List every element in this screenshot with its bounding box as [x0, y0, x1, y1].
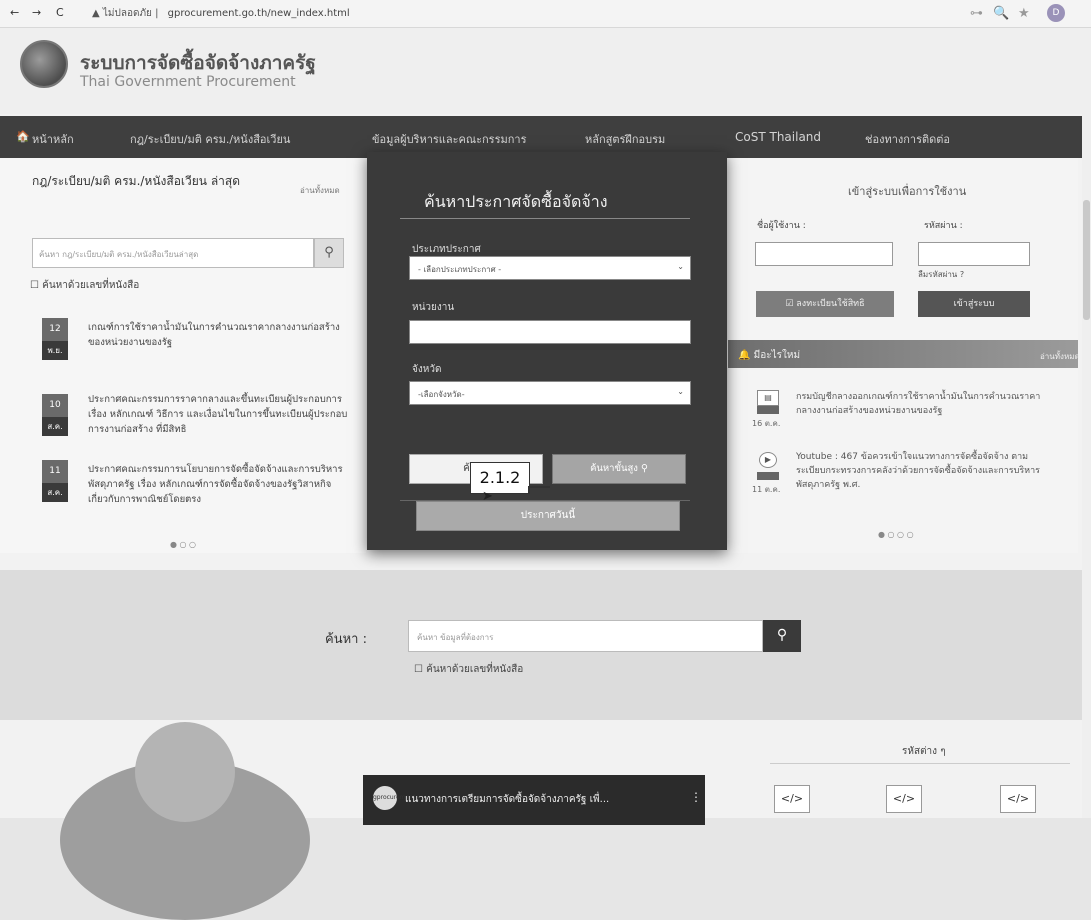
advanced-search-button[interactable]: ค้นหาขั้นสูง ⚲	[552, 454, 686, 484]
address-bar[interactable]: ▲ ไม่ปลอดภัย | gprocurement.go.th/new_in…	[92, 6, 350, 21]
video-icon-bar	[757, 472, 779, 480]
site-search-input[interactable]: ค้นหา ข้อมูลที่ต้องการ	[408, 620, 763, 652]
login-title: เข้าสู่ระบบเพื่อการใช้งาน	[848, 185, 967, 198]
register-button[interactable]: ☑ ลงทะเบียนใช้สิทธิ	[756, 291, 894, 317]
whats-new-title: 🔔 มีอะไรใหม่	[738, 348, 800, 363]
date-day: 10	[42, 394, 68, 417]
step-callout-label: 2.1.2	[470, 462, 530, 494]
government-seal-logo[interactable]	[20, 40, 68, 88]
date-day: 11	[42, 460, 68, 483]
site-search-label: ค้นหา :	[325, 632, 367, 647]
announcement-type-label: ประเภทประกาศ	[412, 244, 481, 255]
document-icon: ▤	[757, 390, 779, 406]
password-input[interactable]	[918, 242, 1030, 266]
date-month: ส.ค.	[42, 483, 68, 502]
callout-pointer	[528, 486, 550, 494]
login-button[interactable]: เข้าสู่ระบบ	[918, 291, 1030, 317]
nav-item-contact[interactable]: ช่องทางการติดต่อ	[865, 130, 950, 148]
code-icon[interactable]: </>	[1000, 785, 1036, 813]
star-icon[interactable]: ★	[1018, 6, 1030, 21]
mouse-cursor-icon: ➤	[482, 489, 493, 504]
regulation-news-item[interactable]: ประกาศคณะกรรมการราคากลางและขึ้นทะเบียนผู…	[88, 392, 348, 437]
news-date: 11 ต.ค.	[752, 485, 781, 494]
date-badge: 11 ส.ค.	[42, 460, 68, 502]
codes-divider	[770, 763, 1070, 764]
password-label: รหัสผ่าน :	[924, 221, 963, 231]
play-icon: ▶	[759, 452, 777, 468]
codes-title: รหัสต่าง ๆ	[902, 746, 946, 757]
date-month: พ.ย.	[42, 341, 68, 360]
video-title[interactable]: แนวทางการเตรียมการจัดซื้อจัดจ้างภาครัฐ เ…	[405, 792, 609, 807]
video-menu-icon[interactable]: ⋮	[690, 790, 702, 804]
province-select[interactable]: -เลือกจังหวัด- ⌄	[409, 381, 691, 405]
code-icon[interactable]: </>	[774, 785, 810, 813]
key-icon[interactable]: ⊶	[970, 6, 983, 21]
nav-item-home[interactable]: หน้าหลัก	[32, 130, 74, 148]
advanced-search-label: ค้นหาขั้นสูง	[590, 463, 638, 474]
scrollbar-thumb[interactable]	[1083, 200, 1090, 320]
date-day: 12	[42, 318, 68, 341]
whats-new-item[interactable]: กรมบัญชีกลางออกเกณฑ์การใช้ราคาน้ำมันในกา…	[796, 390, 1046, 418]
code-icon[interactable]: </>	[886, 785, 922, 813]
announcement-type-value: - เลือกประเภทประกาศ -	[418, 265, 502, 274]
forward-icon[interactable]: →	[32, 6, 41, 19]
carousel-dots[interactable]: ● ○ ○	[170, 540, 196, 549]
search-icon[interactable]: ⚲	[763, 620, 801, 652]
edit-icon: ☑	[785, 299, 797, 309]
chevron-down-icon: ⌄	[677, 262, 684, 271]
security-warning: ▲ ไม่ปลอดภัย |	[92, 8, 159, 19]
province-value: -เลือกจังหวัด-	[418, 390, 465, 399]
regulations-read-all-link[interactable]: อ่านทั้งหมด	[300, 184, 340, 197]
modal-title: ค้นหาประกาศจัดซื้อจัดจ้าง	[424, 192, 608, 211]
regulations-number-checkbox[interactable]: ☐ ค้นหาด้วยเลขที่หนังสือ	[30, 278, 139, 293]
back-icon[interactable]: ←	[10, 6, 19, 19]
unit-input[interactable]	[409, 320, 691, 344]
carousel-dots[interactable]: ● ○ ○ ○	[878, 530, 914, 539]
date-badge: 10 ส.ค.	[42, 394, 68, 436]
url-text: gprocurement.go.th/new_index.html	[167, 8, 350, 19]
reload-icon[interactable]: C	[56, 6, 64, 19]
username-input[interactable]	[755, 242, 893, 266]
home-icon: 🏠	[16, 130, 30, 143]
date-badge: 12 พ.ย.	[42, 318, 68, 360]
forgot-password-link[interactable]: ลืมรหัสผ่าน ?	[918, 268, 964, 281]
regulations-title: กฎ/ระเบียบ/มติ ครม./หนังสือเวียน ล่าสุด	[32, 174, 241, 188]
zoom-icon[interactable]: 🔍	[993, 6, 1009, 21]
site-subtitle: Thai Government Procurement	[80, 74, 296, 90]
announcement-type-select[interactable]: - เลือกประเภทประกาศ - ⌄	[409, 256, 691, 280]
nav-item-executives[interactable]: ข้อมูลผู้บริหารและคณะกรรมการ	[372, 130, 526, 148]
nav-item-training[interactable]: หลักสูตรฝึกอบรม	[585, 130, 665, 148]
nav-item-cost-thailand[interactable]: CoST Thailand	[735, 130, 821, 144]
chevron-down-icon: ⌄	[677, 387, 684, 396]
nav-item-regulations[interactable]: กฎ/ระเบียบ/มติ ครม./หนังสือเวียน	[130, 130, 290, 148]
search-icon[interactable]: ⚲	[314, 238, 344, 268]
search-icon: ⚲	[637, 463, 648, 474]
channel-logo: gprocurement	[373, 786, 415, 810]
regulation-news-item[interactable]: เกณฑ์การใช้ราคาน้ำมันในการคำนวณราคากลางง…	[88, 320, 348, 350]
whats-new-read-all-link[interactable]: อ่านทั้งหมด	[1040, 350, 1080, 363]
news-date: 16 ต.ค.	[752, 419, 781, 428]
regulation-news-item[interactable]: ประกาศคณะกรรมการนโยบายการจัดซื้อจัดจ้างแ…	[88, 462, 348, 507]
whats-new-item[interactable]: Youtube : 467 ข้อควรเข้าใจแนวทางการจัดซื…	[796, 450, 1046, 492]
username-label: ชื่อผู้ใช้งาน :	[757, 221, 806, 231]
site-search-number-checkbox[interactable]: ☐ ค้นหาด้วยเลขที่หนังสือ	[414, 662, 523, 677]
province-label: จังหวัด	[412, 364, 442, 375]
decorative-graphic	[135, 722, 235, 822]
whats-new-label: มีอะไรใหม่	[753, 350, 801, 361]
today-announcement-button[interactable]: ประกาศวันนี้	[416, 501, 680, 531]
document-icon-bar	[757, 406, 779, 414]
bell-icon: 🔔	[738, 350, 754, 361]
regulations-search-input[interactable]: ค้นหา กฎ/ระเบียบ/มติ ครม./หนังสือเวียนล่…	[32, 238, 314, 268]
unit-label: หน่วยงาน	[412, 302, 455, 313]
register-label: ลงทะเบียนใช้สิทธิ	[796, 299, 865, 309]
page-scrollbar[interactable]	[1082, 28, 1091, 818]
modal-divider	[400, 218, 690, 219]
profile-avatar[interactable]: D	[1047, 4, 1065, 22]
date-month: ส.ค.	[42, 417, 68, 436]
